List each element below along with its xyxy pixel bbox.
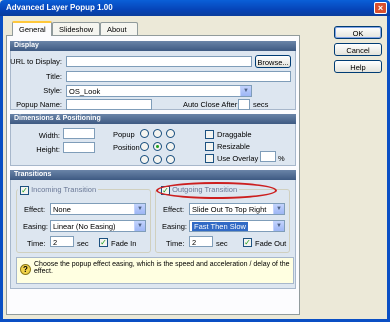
position-radio-middle-left[interactable] (140, 142, 149, 151)
position-radio-bottom-right[interactable] (166, 155, 175, 164)
resizable-label: Resizable (217, 142, 250, 151)
position-radio-top-center[interactable] (153, 129, 162, 138)
fade-in-label: Fade In (111, 239, 137, 248)
outgoing-effect-value: Slide Out To Top Right (192, 205, 267, 214)
auto-close-label: Auto Close After (183, 100, 238, 109)
fade-in-checkbox[interactable]: ✓ (99, 238, 108, 247)
close-icon[interactable]: × (374, 2, 387, 14)
chevron-down-icon: ▼ (134, 221, 145, 231)
dimensions-section-header: Dimensions & Positioning (10, 114, 296, 124)
tab-about[interactable]: About (100, 22, 138, 35)
width-label: Width: (38, 131, 60, 140)
window-title: Advanced Layer Popup 1.00 (6, 3, 113, 12)
draggable-label: Draggable (217, 130, 252, 139)
question-icon: ? (20, 264, 31, 275)
outgoing-effect-select[interactable]: Slide Out To Top Right ▼ (189, 203, 285, 215)
outgoing-time-label: Time: (166, 239, 185, 248)
title-input[interactable] (66, 71, 291, 82)
help-button[interactable]: Help (334, 60, 382, 73)
chevron-down-icon: ▼ (273, 221, 284, 231)
incoming-sec-label: sec (77, 239, 89, 248)
position-radio-top-left[interactable] (140, 129, 149, 138)
position-radio-middle-right[interactable] (166, 142, 175, 151)
outgoing-easing-select[interactable]: Fast Then Slow ▼ (189, 220, 285, 232)
outgoing-easing-label: Easing: (162, 222, 188, 231)
width-input[interactable] (63, 128, 95, 139)
percent-label: % (278, 154, 285, 163)
style-label: Style: (43, 86, 62, 95)
popup-label: Popup (113, 130, 135, 139)
incoming-effect-label: Effect: (24, 205, 46, 214)
position-radio-top-right[interactable] (166, 129, 175, 138)
style-value: OS_Look (69, 87, 101, 96)
style-select[interactable]: OS_Look ▼ (66, 85, 252, 97)
popup-name-label: Popup Name: (16, 100, 62, 109)
tab-general[interactable]: General (12, 21, 52, 36)
secs-label: secs (253, 100, 269, 109)
incoming-time-input[interactable]: 2 (50, 236, 74, 247)
help-hint-box: ? Choose the popup effect easing, which … (16, 257, 294, 284)
incoming-effect-select[interactable]: None ▼ (50, 203, 146, 215)
height-label: Height: (36, 145, 60, 154)
transitions-section-header: Transitions (10, 170, 296, 180)
cancel-button[interactable]: Cancel (334, 43, 382, 56)
incoming-easing-value: Linear (No Easing) (53, 222, 116, 231)
chevron-down-icon: ▼ (240, 86, 251, 96)
use-overlay-checkbox[interactable] (205, 154, 214, 163)
position-label: Position (113, 143, 140, 152)
incoming-easing-label: Easing: (23, 222, 49, 231)
outgoing-sec-label: sec (216, 239, 228, 248)
outgoing-effect-label: Effect: (163, 205, 185, 214)
tab-slideshow[interactable]: Slideshow (52, 22, 100, 35)
popup-name-input[interactable] (66, 99, 152, 110)
overlay-opacity-input[interactable] (260, 151, 276, 162)
title-label: Title: (46, 72, 62, 81)
chevron-down-icon: ▼ (134, 204, 145, 214)
resizable-checkbox[interactable] (205, 142, 214, 151)
ok-button[interactable]: OK (334, 26, 382, 39)
fade-out-checkbox[interactable]: ✓ (243, 238, 252, 247)
browse-button[interactable]: Browse... (255, 55, 291, 68)
draggable-checkbox[interactable] (205, 130, 214, 139)
position-radio-center[interactable] (153, 142, 162, 151)
help-hint-text: Choose the popup effect easing, which is… (34, 261, 290, 275)
incoming-time-label: Time: (27, 239, 46, 248)
incoming-easing-select[interactable]: Linear (No Easing) ▼ (50, 220, 146, 232)
height-input[interactable] (63, 142, 95, 153)
url-label: URL to Display: (10, 57, 62, 66)
title-bar: Advanced Layer Popup 1.00 × (0, 0, 390, 16)
fade-out-label: Fade Out (255, 239, 287, 248)
position-radio-bottom-left[interactable] (140, 155, 149, 164)
use-overlay-label: Use Overlay (217, 154, 259, 163)
annotation-highlight-ellipse (156, 182, 277, 199)
incoming-transition-title: ✓ Incoming Transition (18, 185, 99, 195)
incoming-transition-label: Incoming Transition (31, 185, 97, 194)
url-input[interactable] (66, 56, 252, 67)
outgoing-easing-value: Fast Then Slow (192, 222, 248, 231)
chevron-down-icon: ▼ (273, 204, 284, 214)
incoming-transition-checkbox[interactable]: ✓ (20, 185, 29, 195)
position-radio-bottom-center[interactable] (153, 155, 162, 164)
auto-close-input[interactable] (238, 99, 250, 110)
outgoing-time-input[interactable]: 2 (189, 236, 213, 247)
incoming-effect-value: None (53, 205, 71, 214)
display-section-header: Display (10, 41, 296, 51)
